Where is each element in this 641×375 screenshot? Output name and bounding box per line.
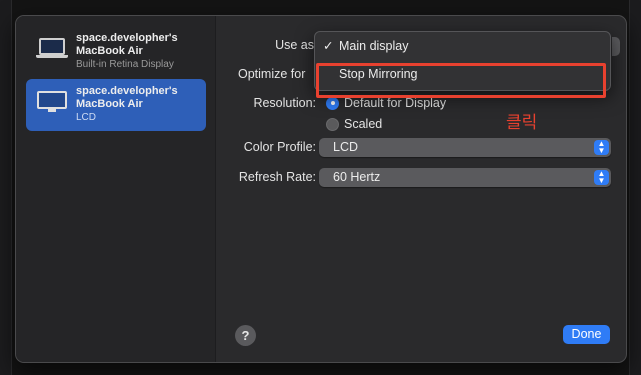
laptop-icon bbox=[36, 38, 68, 60]
resolution-option-label: Default for Display bbox=[344, 96, 447, 110]
highlight-annotation-box bbox=[316, 63, 606, 98]
display-sidebar: space.developher's MacBook Air Built-in … bbox=[16, 16, 216, 362]
monitor-icon bbox=[36, 91, 68, 113]
use-as-label: Use as bbox=[275, 38, 314, 52]
up-down-chevron-icon: ▲ ▼ bbox=[594, 140, 609, 155]
done-button[interactable]: Done bbox=[563, 325, 610, 344]
display-subtitle: LCD bbox=[76, 112, 97, 123]
display-name-line2: MacBook Air bbox=[76, 98, 143, 110]
menu-item-label: Main display bbox=[339, 39, 409, 53]
help-button[interactable]: ? bbox=[235, 325, 256, 346]
up-down-chevron-icon: ▲ ▼ bbox=[594, 170, 609, 185]
resolution-option-label: Scaled bbox=[344, 117, 383, 131]
checkmark-icon: ✓ bbox=[323, 39, 334, 53]
resolution-option-default[interactable]: Default for Display bbox=[326, 96, 446, 110]
refresh-rate-label: Refresh Rate: bbox=[238, 170, 316, 184]
resolution-label: Resolution: bbox=[253, 96, 316, 110]
refresh-rate-select[interactable]: 60 Hertz ▲ ▼ bbox=[319, 168, 611, 187]
display-settings-sheet: space.developher's MacBook Air Built-in … bbox=[15, 15, 627, 363]
display-name-line2: MacBook Air bbox=[76, 45, 143, 57]
optimize-for-label: Optimize for bbox=[238, 67, 306, 81]
display-subtitle: Built-in Retina Display bbox=[76, 59, 174, 70]
background-window-right bbox=[629, 0, 641, 375]
background-window-left bbox=[0, 0, 12, 375]
refresh-rate-value: 60 Hertz bbox=[333, 170, 381, 184]
color-profile-select[interactable]: LCD ▲ ▼ bbox=[319, 138, 611, 157]
sidebar-item-builtin-display[interactable]: space.developher's MacBook Air Built-in … bbox=[26, 26, 206, 78]
use-as-select-edge[interactable] bbox=[612, 37, 620, 56]
radio-selected-icon bbox=[326, 96, 339, 110]
color-profile-value: LCD bbox=[333, 140, 359, 154]
display-name-line1: space.developher's bbox=[76, 32, 178, 44]
sidebar-item-lcd-display[interactable]: space.developher's MacBook Air LCD bbox=[26, 79, 206, 131]
click-annotation-text: 클릭 bbox=[506, 113, 538, 133]
radio-unselected-icon bbox=[326, 117, 339, 131]
resolution-option-scaled[interactable]: Scaled bbox=[326, 117, 382, 131]
color-profile-label: Color Profile: bbox=[243, 140, 316, 154]
menu-item-main-display[interactable]: ✓ Main display bbox=[315, 35, 610, 57]
display-name-line1: space.developher's bbox=[76, 85, 178, 97]
